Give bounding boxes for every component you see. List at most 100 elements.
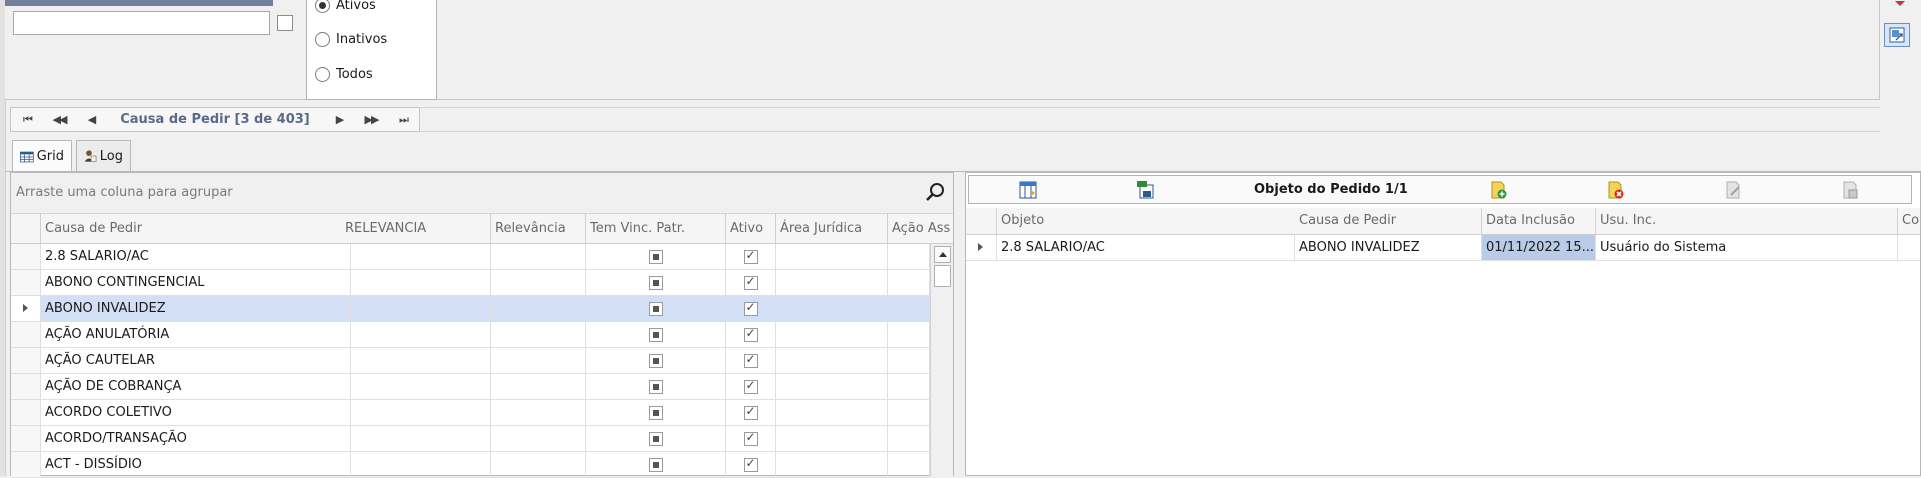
tem-vinc-patr-checkbox[interactable]	[648, 354, 663, 368]
r-cell-data-inclusao[interactable]: 01/11/2022 15...	[1482, 235, 1596, 261]
col-header-acao-ass[interactable]: Ação Ass	[888, 214, 953, 244]
cell-empty[interactable]	[776, 322, 888, 348]
cell-empty[interactable]	[341, 270, 491, 296]
table-row[interactable]: AÇÃO ANULATÓRIA	[11, 322, 930, 348]
tem-vinc-patr-checkbox[interactable]	[648, 458, 663, 472]
r-cell-causa[interactable]: ABONO INVALIDEZ	[1295, 235, 1482, 261]
nav-next-button[interactable]: ▶	[323, 113, 355, 126]
col-header-ativo[interactable]: Ativo	[726, 214, 776, 244]
cell-empty[interactable]	[341, 322, 491, 348]
cell-empty[interactable]	[341, 348, 491, 374]
cell-empty[interactable]	[341, 374, 491, 400]
add-record-icon[interactable]	[1489, 181, 1507, 199]
group-by-panel[interactable]: Arraste uma coluna para agrupar	[11, 173, 953, 214]
tem-vinc-patr-checkbox[interactable]	[648, 276, 663, 290]
delete-record-icon[interactable]	[1606, 181, 1624, 199]
cell-empty[interactable]	[776, 296, 888, 322]
radio-todos[interactable]: Todos	[315, 64, 373, 84]
col-header-causa[interactable]: Causa de Pedir	[41, 214, 351, 244]
cell-empty[interactable]	[888, 348, 930, 374]
cell-tem-vinc-patr[interactable]	[586, 374, 726, 400]
cell-empty[interactable]	[888, 374, 930, 400]
cell-empty[interactable]	[491, 426, 586, 452]
cell-empty[interactable]	[491, 348, 586, 374]
cell-empty[interactable]	[341, 452, 491, 478]
cell-causa[interactable]: 2.8 SALARIO/AC	[41, 244, 351, 270]
ativo-checkbox[interactable]	[743, 352, 758, 368]
cell-empty[interactable]	[776, 426, 888, 452]
search-icon[interactable]	[925, 182, 945, 202]
cell-causa[interactable]: ABONO CONTINGENCIAL	[41, 270, 351, 296]
cell-ativo[interactable]	[726, 374, 776, 400]
objeto-table-row[interactable]: 2.8 SALARIO/AC ABONO INVALIDEZ 01/11/202…	[966, 235, 1920, 261]
cell-ativo[interactable]	[726, 348, 776, 374]
cell-ativo[interactable]	[726, 322, 776, 348]
cell-empty[interactable]	[341, 296, 491, 322]
tem-vinc-patr-checkbox[interactable]	[648, 328, 663, 342]
r-col-header-co[interactable]: Co	[1898, 208, 1920, 235]
cell-empty[interactable]	[776, 244, 888, 270]
cell-causa[interactable]: AÇÃO ANULATÓRIA	[41, 322, 351, 348]
cell-empty[interactable]	[888, 452, 930, 478]
tem-vinc-patr-checkbox[interactable]	[648, 250, 663, 264]
nav-last-button[interactable]: ⏭	[387, 113, 419, 127]
r-col-header-objeto[interactable]: Objeto	[997, 208, 1327, 235]
col-header-relevancia-upper[interactable]: RELEVANCIA	[341, 214, 491, 244]
radio-inativos[interactable]: Inativos	[315, 29, 387, 49]
cell-tem-vinc-patr[interactable]	[586, 322, 726, 348]
column-chooser-icon[interactable]	[1019, 181, 1037, 199]
cell-ativo[interactable]	[726, 400, 776, 426]
col-header-relevancia[interactable]: Relevância	[491, 214, 586, 244]
nav-next-page-button[interactable]: ▶▶	[355, 113, 387, 126]
cell-causa[interactable]: AÇÃO DE COBRANÇA	[41, 374, 351, 400]
table-row[interactable]: AÇÃO DE COBRANÇA	[11, 374, 930, 400]
cell-empty[interactable]	[776, 348, 888, 374]
table-row[interactable]: ACT - DISSÍDIO	[11, 452, 930, 478]
cell-empty[interactable]	[776, 374, 888, 400]
tab-grid[interactable]: Grid	[12, 140, 72, 172]
cell-causa[interactable]: ACORDO/TRANSAÇÃO	[41, 426, 351, 452]
cell-tem-vinc-patr[interactable]	[586, 400, 726, 426]
radio-ativos[interactable]: Ativos	[315, 0, 376, 15]
vertical-scrollbar[interactable]	[930, 244, 953, 476]
cell-ativo[interactable]	[726, 296, 776, 322]
cell-tem-vinc-patr[interactable]	[586, 270, 726, 296]
cell-ativo[interactable]	[726, 426, 776, 452]
radio-todos-button[interactable]	[315, 66, 330, 82]
export-window-button[interactable]	[1884, 23, 1910, 47]
radio-ativos-button[interactable]	[315, 0, 330, 13]
r-cell-co[interactable]	[1898, 235, 1920, 261]
tab-log[interactable]: Log	[76, 140, 131, 171]
cell-empty[interactable]	[888, 296, 930, 322]
cell-empty[interactable]	[341, 426, 491, 452]
cell-empty[interactable]	[888, 244, 930, 270]
tem-vinc-patr-checkbox[interactable]	[648, 380, 663, 394]
r-col-header-causa[interactable]: Causa de Pedir	[1295, 208, 1482, 235]
cell-ativo[interactable]	[726, 270, 776, 296]
scroll-thumb[interactable]	[934, 265, 951, 287]
tem-vinc-patr-checkbox[interactable]	[648, 302, 663, 316]
cell-empty[interactable]	[341, 244, 491, 270]
table-row[interactable]: AÇÃO CAUTELAR	[11, 348, 930, 374]
cell-tem-vinc-patr[interactable]	[586, 426, 726, 452]
cell-tem-vinc-patr[interactable]	[586, 244, 726, 270]
cell-empty[interactable]	[888, 322, 930, 348]
cell-ativo[interactable]	[726, 452, 776, 478]
scroll-up-button[interactable]	[934, 246, 951, 263]
table-row[interactable]: ACORDO/TRANSAÇÃO	[11, 426, 930, 452]
col-header-tem-vinc-patr[interactable]: Tem Vinc. Patr.	[586, 214, 726, 244]
radio-inativos-button[interactable]	[315, 31, 330, 47]
ativo-checkbox[interactable]	[743, 300, 758, 316]
cell-empty[interactable]	[888, 400, 930, 426]
r-col-header-data-inclusao[interactable]: Data Inclusão	[1482, 208, 1596, 235]
cell-causa[interactable]: AÇÃO CAUTELAR	[41, 348, 351, 374]
cell-empty[interactable]	[888, 426, 930, 452]
cell-empty[interactable]	[491, 374, 586, 400]
cell-empty[interactable]	[776, 270, 888, 296]
cell-empty[interactable]	[491, 244, 586, 270]
export-excel-icon[interactable]	[1137, 181, 1155, 199]
nav-prev-button[interactable]: ◀	[75, 113, 107, 126]
ativo-checkbox[interactable]	[743, 248, 758, 264]
cell-empty[interactable]	[491, 452, 586, 478]
cell-tem-vinc-patr[interactable]	[586, 348, 726, 374]
